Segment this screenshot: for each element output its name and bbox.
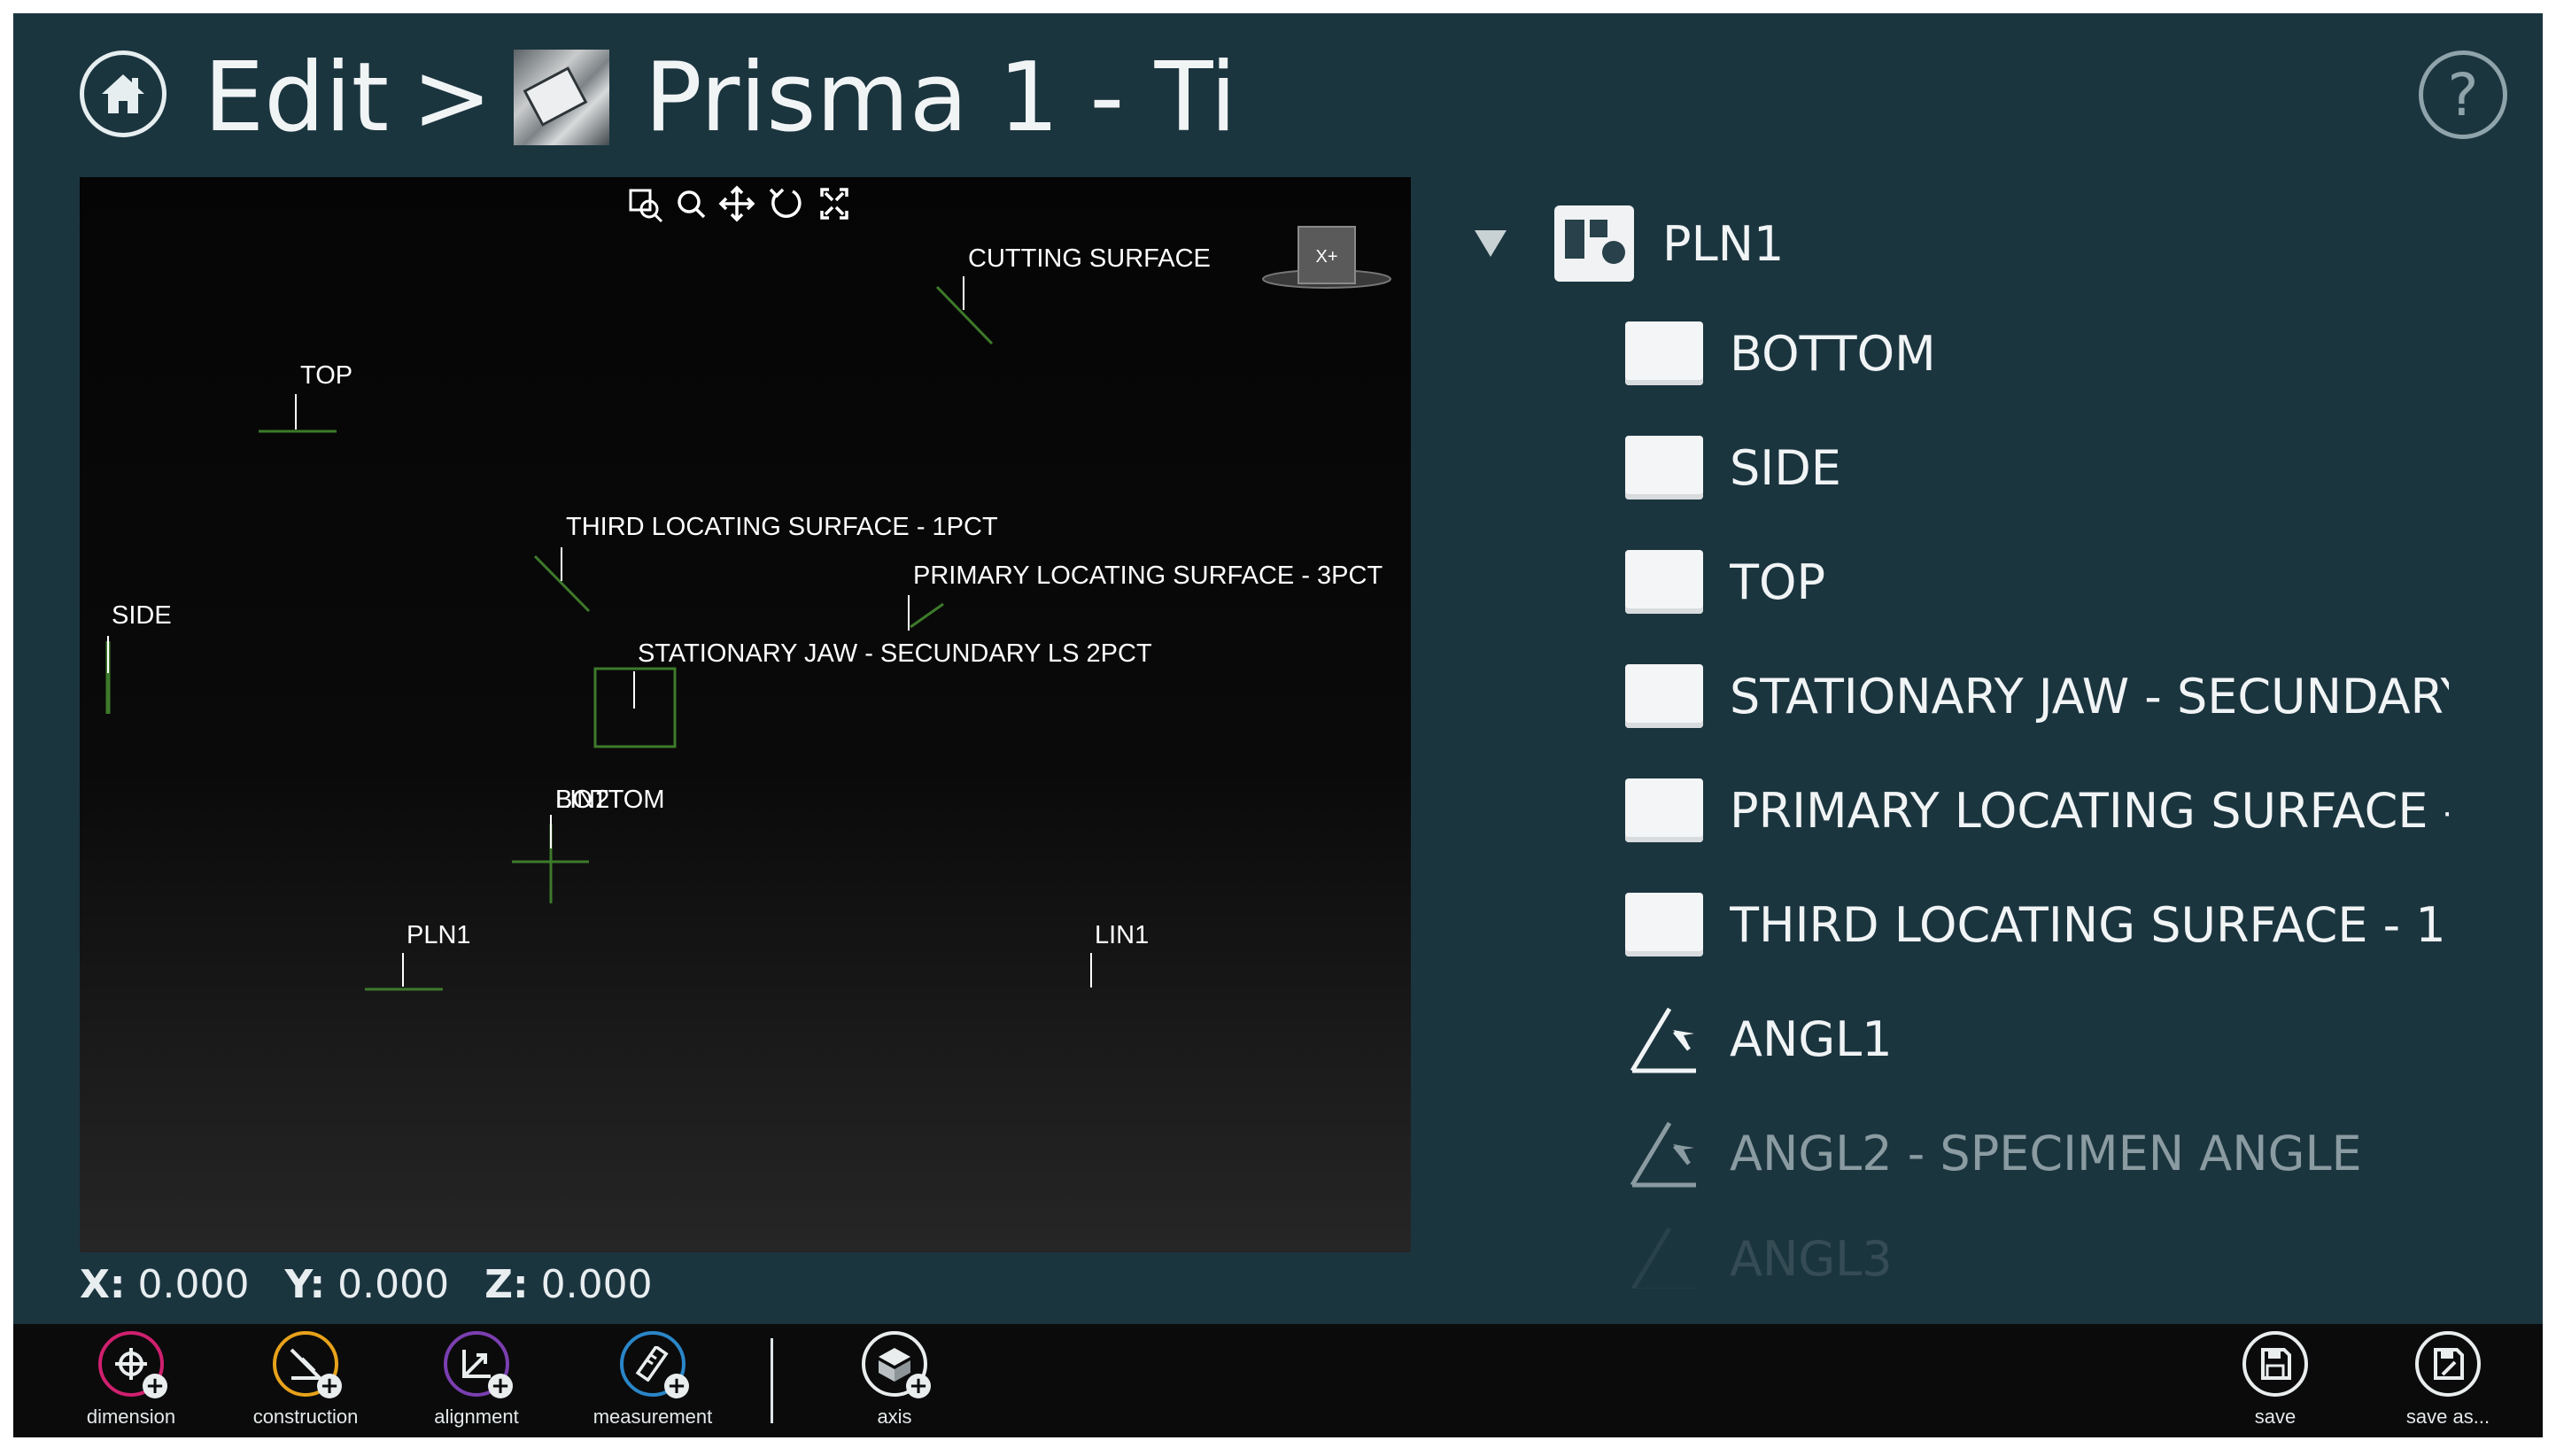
- breadcrumb-mode: Edit: [204, 42, 390, 153]
- construction-icon: +: [273, 1331, 342, 1398]
- cutting-surface-label: CUTTING SURFACE: [968, 244, 1211, 273]
- home-button[interactable]: [80, 50, 167, 137]
- toolbar-caption: dimension: [86, 1406, 176, 1428]
- rotate-icon[interactable]: [769, 188, 802, 218]
- toolbar-caption: axis: [877, 1406, 912, 1428]
- toolbar-caption: save as...: [2405, 1406, 2490, 1428]
- plane-icon: [1625, 778, 1703, 842]
- coord-z: Z: 0.000: [484, 1261, 653, 1307]
- lin1-label: LIN1: [1095, 921, 1149, 949]
- toolbar-caption: save: [2254, 1406, 2297, 1428]
- plus-icon: +: [906, 1374, 931, 1398]
- tree-item-angl3[interactable]: ANGL3: [1625, 1209, 2449, 1289]
- add-dimension-button[interactable]: + dimension: [56, 1331, 206, 1436]
- tree-item-primary-ls[interactable]: PRIMARY LOCATING SURFACE - 3PCT: [1625, 761, 2449, 860]
- third-ls-label: THIRD LOCATING SURFACE - 1PCT: [566, 513, 998, 541]
- angle-icon: [1630, 1227, 1696, 1289]
- plane-icon: [1625, 321, 1703, 385]
- viewport-canvas[interactable]: X+ CUTTING SURFACE TOP THIRD LOCATING SU…: [80, 177, 1411, 1252]
- stationary-jaw-label: STATIONARY JAW - SECUNDARY LS 2PCT: [638, 639, 1152, 668]
- part-thumbnail: [513, 50, 609, 145]
- plane-icon: [1625, 436, 1703, 500]
- plane-icon: [1625, 893, 1703, 956]
- tree-item-label: ANGL1: [1730, 1011, 1893, 1067]
- feature-tree[interactable]: PLN1 BOTTOM SIDE TOP STATIONARY JAW - SE…: [1466, 190, 2475, 1289]
- alignment-icon: +: [444, 1331, 513, 1398]
- coord-y: Y: 0.000: [284, 1261, 450, 1307]
- save-as-button[interactable]: save as...: [2373, 1331, 2523, 1436]
- save-as-icon: [2415, 1331, 2481, 1397]
- tree-item-label: ANGL3: [1730, 1230, 1893, 1287]
- add-alignment-button[interactable]: + alignment: [401, 1331, 552, 1436]
- part-title: Prisma 1 - Ti: [644, 42, 1237, 153]
- tree-item-label: ANGL2 - SPECIMEN ANGLE: [1730, 1125, 2362, 1181]
- plus-icon: +: [664, 1374, 689, 1398]
- primary-ls-label: PRIMARY LOCATING SURFACE - 3PCT: [913, 561, 1383, 590]
- coord-x: X: 0.000: [80, 1261, 250, 1307]
- home-icon: [102, 74, 144, 113]
- tree-item-side[interactable]: SIDE: [1625, 418, 2449, 517]
- axis-icon: +: [862, 1331, 931, 1398]
- angle-icon: [1630, 1121, 1696, 1188]
- plane-group-icon: [1554, 205, 1634, 282]
- tree-item-angl2[interactable]: ANGL2 - SPECIMEN ANGLE: [1625, 1104, 2449, 1203]
- tree-root-item[interactable]: PLN1: [1466, 190, 1784, 297]
- tree-item-label: PRIMARY LOCATING SURFACE - 3PCT: [1730, 782, 2449, 839]
- tree-item-angl1[interactable]: ANGL1: [1625, 989, 2449, 1088]
- breadcrumb: Edit > Prisma 1 - Ti: [204, 40, 1236, 155]
- tree-item-label: BOTTOM: [1730, 325, 1936, 382]
- pln1-label: PLN1: [407, 921, 471, 949]
- plus-icon: +: [488, 1374, 513, 1398]
- add-axis-button[interactable]: + axis: [819, 1331, 970, 1436]
- tree-item-bottom[interactable]: BOTTOM: [1625, 304, 2449, 403]
- tree-item-label: STATIONARY JAW - SECUNDARY LS 2: [1730, 668, 2449, 724]
- fit-screen-icon[interactable]: [820, 188, 848, 220]
- breadcrumb-separator: >: [412, 42, 492, 153]
- toolbar-caption: measurement: [593, 1406, 713, 1428]
- plane-icon: [1625, 664, 1703, 728]
- pan-icon[interactable]: [718, 185, 755, 222]
- add-construction-button[interactable]: + construction: [230, 1331, 381, 1436]
- orientation-cube-label: X+: [1315, 247, 1337, 267]
- dimension-icon: +: [98, 1331, 167, 1398]
- tree-item-stationary-jaw[interactable]: STATIONARY JAW - SECUNDARY LS 2: [1625, 647, 2449, 746]
- cad-viewport[interactable]: X+ CUTTING SURFACE TOP THIRD LOCATING SU…: [80, 177, 1411, 1252]
- side-label: SIDE: [112, 601, 172, 630]
- tree-item-third-ls[interactable]: THIRD LOCATING SURFACE - 1PCT: [1625, 875, 2449, 974]
- tree-item-label: THIRD LOCATING SURFACE - 1PCT: [1730, 896, 2449, 953]
- add-measurement-button[interactable]: + measurement: [577, 1331, 728, 1436]
- save-icon: [2242, 1331, 2308, 1397]
- help-button[interactable]: ?: [2419, 50, 2507, 139]
- tree-item-label: SIDE: [1730, 439, 1841, 496]
- tree-root-label: PLN1: [1662, 215, 1785, 272]
- save-button[interactable]: save: [2200, 1331, 2351, 1436]
- lin2-label: LIN2: [555, 786, 609, 814]
- plus-icon: +: [317, 1374, 342, 1398]
- top-label: TOP: [300, 361, 352, 390]
- zoom-icon[interactable]: [678, 190, 706, 219]
- tree-item-label: TOP: [1730, 554, 1826, 610]
- orientation-cube[interactable]: X+: [1262, 226, 1391, 289]
- plane-icon: [1625, 550, 1703, 614]
- coordinate-readout: X: 0.000 Y: 0.000 Z: 0.000: [80, 1258, 653, 1311]
- tree-item-top[interactable]: TOP: [1625, 532, 2449, 631]
- angle-icon: [1630, 1007, 1696, 1073]
- primary-ls-feature[interactable]: [910, 602, 944, 629]
- toolbar-caption: alignment: [434, 1406, 519, 1428]
- toolbar-divider: [771, 1338, 773, 1423]
- measurement-icon: +: [620, 1331, 689, 1398]
- zoom-window-icon[interactable]: [629, 189, 663, 223]
- help-icon: ?: [2447, 60, 2479, 129]
- plus-icon: +: [143, 1374, 167, 1398]
- bottom-toolbar: + dimension + construction + alignment +…: [13, 1324, 2543, 1437]
- toolbar-caption: construction: [252, 1406, 359, 1428]
- expand-arrow-icon[interactable]: [1475, 230, 1506, 257]
- app-window: Edit > Prisma 1 - Ti ? X+ CUTTING SURFAC…: [13, 13, 2543, 1437]
